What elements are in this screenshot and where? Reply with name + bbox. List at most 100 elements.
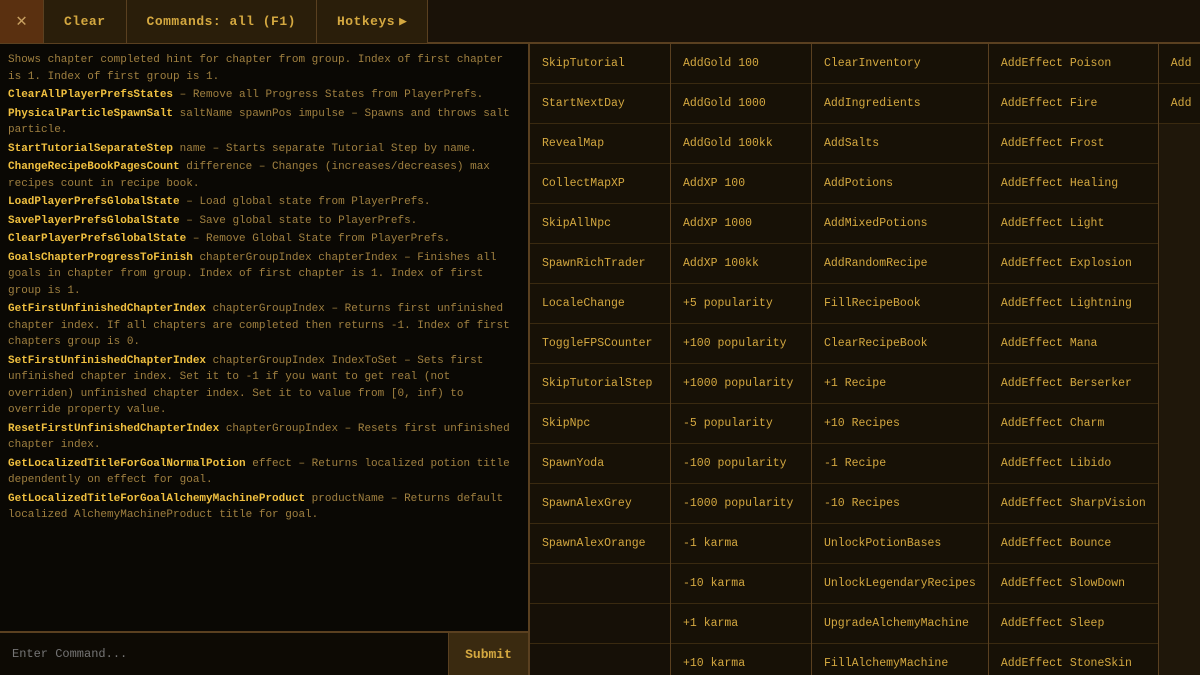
main-content: Shows chapter completed hint for chapter…	[0, 44, 1200, 675]
hotkeys-button[interactable]: Hotkeys ▶	[317, 0, 428, 43]
command-button[interactable]: AddEffect Sleep	[989, 604, 1158, 644]
command-button[interactable]: -5 popularity	[671, 404, 811, 444]
command-button[interactable]: AddEffect Charm	[989, 404, 1158, 444]
command-button[interactable]: AddEffect Healing	[989, 164, 1158, 204]
button-column-col4: AddEffect PoisonAddEffect FireAddEffect …	[989, 44, 1159, 675]
button-column-col3: ClearInventoryAddIngredientsAddSaltsAddP…	[812, 44, 989, 675]
command-button[interactable]: AddEffect Libido	[989, 444, 1158, 484]
command-input[interactable]	[0, 633, 448, 675]
console-line: SetFirstUnfinishedChapterIndex chapterGr…	[8, 353, 520, 419]
command-button[interactable]: AddIngredients	[812, 84, 988, 124]
command-button[interactable]: AddEffect Bounce	[989, 524, 1158, 564]
console-line: PhysicalParticleSpawnSalt saltName spawn…	[8, 106, 520, 139]
console-line: GetLocalizedTitleForGoalNormalPotion eff…	[8, 456, 520, 489]
command-button[interactable]: StartNextDay	[530, 84, 670, 124]
command-button[interactable]: AddEffect Light	[989, 204, 1158, 244]
command-button[interactable]: -10 Recipes	[812, 484, 988, 524]
command-button[interactable]: AddEffect Mana	[989, 324, 1158, 364]
console-line: ClearPlayerPrefsGlobalState – Remove Glo…	[8, 231, 520, 248]
command-button[interactable]: UpgradeAlchemyMachine	[812, 604, 988, 644]
command-button[interactable]: AddEffect Berserker	[989, 364, 1158, 404]
command-button[interactable]: AddEffect SharpVision	[989, 484, 1158, 524]
button-column-col1: SkipTutorialStartNextDayRevealMapCollect…	[530, 44, 671, 675]
command-button[interactable]: +1 Recipe	[812, 364, 988, 404]
command-button[interactable]: +10 Recipes	[812, 404, 988, 444]
command-button[interactable]: AddGold 1000	[671, 84, 811, 124]
button-column-col5: AddAdd	[1159, 44, 1200, 675]
command-button[interactable]: AddGold 100	[671, 44, 811, 84]
command-button[interactable]: AddEffect Fire	[989, 84, 1158, 124]
button-grid: SkipTutorialStartNextDayRevealMapCollect…	[530, 44, 1200, 675]
submit-button[interactable]: Submit	[448, 633, 528, 675]
command-button[interactable]: -1000 popularity	[671, 484, 811, 524]
command-button[interactable]: FillAlchemyMachine	[812, 644, 988, 675]
command-button[interactable]: ToggleFPSCounter	[530, 324, 670, 364]
command-button[interactable]: SpawnYoda	[530, 444, 670, 484]
command-button[interactable]: Add	[1159, 84, 1200, 124]
command-button[interactable]: UnlockPotionBases	[812, 524, 988, 564]
buttons-panel[interactable]: SkipTutorialStartNextDayRevealMapCollect…	[530, 44, 1200, 675]
console-panel: Shows chapter completed hint for chapter…	[0, 44, 530, 675]
command-button[interactable]: RevealMap	[530, 124, 670, 164]
close-button[interactable]: ✕	[0, 0, 44, 43]
command-button[interactable]: -1 karma	[671, 524, 811, 564]
command-button[interactable]: +1000 popularity	[671, 364, 811, 404]
console-line: ClearAllPlayerPrefsStates – Remove all P…	[8, 87, 520, 104]
console-line: Shows chapter completed hint for chapter…	[8, 52, 520, 85]
command-button[interactable]: AddEffect Poison	[989, 44, 1158, 84]
command-button[interactable]: SpawnAlexOrange	[530, 524, 670, 564]
app-container: ✕ Clear Commands: all (F1) Hotkeys ▶ Sho…	[0, 0, 1200, 675]
command-button[interactable]: +100 popularity	[671, 324, 811, 364]
top-bar: ✕ Clear Commands: all (F1) Hotkeys ▶	[0, 0, 1200, 44]
command-button[interactable]: AddEffect SlowDown	[989, 564, 1158, 604]
console-line: GetLocalizedTitleForGoalAlchemyMachinePr…	[8, 491, 520, 524]
command-button[interactable]: LocaleChange	[530, 284, 670, 324]
command-button[interactable]: SpawnAlexGrey	[530, 484, 670, 524]
console-output[interactable]: Shows chapter completed hint for chapter…	[0, 44, 528, 631]
console-line: LoadPlayerPrefsGlobalState – Load global…	[8, 194, 520, 211]
command-button[interactable]: SkipTutorial	[530, 44, 670, 84]
command-button[interactable]: AddXP 100kk	[671, 244, 811, 284]
command-button[interactable]: AddPotions	[812, 164, 988, 204]
command-button[interactable]: -1 Recipe	[812, 444, 988, 484]
command-button[interactable]: UnlockLegendaryRecipes	[812, 564, 988, 604]
hotkeys-label: Hotkeys	[337, 14, 395, 29]
console-line: SavePlayerPrefsGlobalState – Save global…	[8, 213, 520, 230]
command-button[interactable]: AddGold 100kk	[671, 124, 811, 164]
command-button[interactable]: SkipTutorialStep	[530, 364, 670, 404]
console-line: StartTutorialSeparateStep name – Starts …	[8, 141, 520, 158]
clear-button[interactable]: Clear	[44, 0, 127, 43]
command-button[interactable]: AddSalts	[812, 124, 988, 164]
close-icon: ✕	[16, 10, 27, 32]
command-button[interactable]: CollectMapXP	[530, 164, 670, 204]
command-button[interactable]: +5 popularity	[671, 284, 811, 324]
command-button[interactable]: +1 karma	[671, 604, 811, 644]
command-button[interactable]	[530, 604, 670, 644]
command-button[interactable]	[530, 644, 670, 675]
command-button[interactable]: SkipAllNpc	[530, 204, 670, 244]
command-button[interactable]: FillRecipeBook	[812, 284, 988, 324]
command-button[interactable]: AddEffect Lightning	[989, 284, 1158, 324]
command-button[interactable]: AddEffect Frost	[989, 124, 1158, 164]
command-button[interactable]: AddXP 100	[671, 164, 811, 204]
hotkeys-arrow-icon: ▶	[399, 14, 407, 29]
console-line: ResetFirstUnfinishedChapterIndex chapter…	[8, 421, 520, 454]
command-button[interactable]: AddRandomRecipe	[812, 244, 988, 284]
command-button[interactable]: -100 popularity	[671, 444, 811, 484]
command-button[interactable]: -10 karma	[671, 564, 811, 604]
command-button[interactable]: AddEffect Explosion	[989, 244, 1158, 284]
command-button[interactable]: +10 karma	[671, 644, 811, 675]
console-line: ChangeRecipeBookPagesCount difference – …	[8, 159, 520, 192]
command-button[interactable]: AddEffect StoneSkin	[989, 644, 1158, 675]
command-button[interactable]	[530, 564, 670, 604]
commands-button[interactable]: Commands: all (F1)	[127, 0, 317, 43]
command-button[interactable]: SpawnRichTrader	[530, 244, 670, 284]
button-column-col2: AddGold 100AddGold 1000AddGold 100kkAddX…	[671, 44, 812, 675]
command-button[interactable]: ClearInventory	[812, 44, 988, 84]
command-button[interactable]: Add	[1159, 44, 1200, 84]
console-line: GetFirstUnfinishedChapterIndex chapterGr…	[8, 301, 520, 351]
command-button[interactable]: ClearRecipeBook	[812, 324, 988, 364]
command-button[interactable]: AddXP 1000	[671, 204, 811, 244]
command-button[interactable]: AddMixedPotions	[812, 204, 988, 244]
command-button[interactable]: SkipNpc	[530, 404, 670, 444]
